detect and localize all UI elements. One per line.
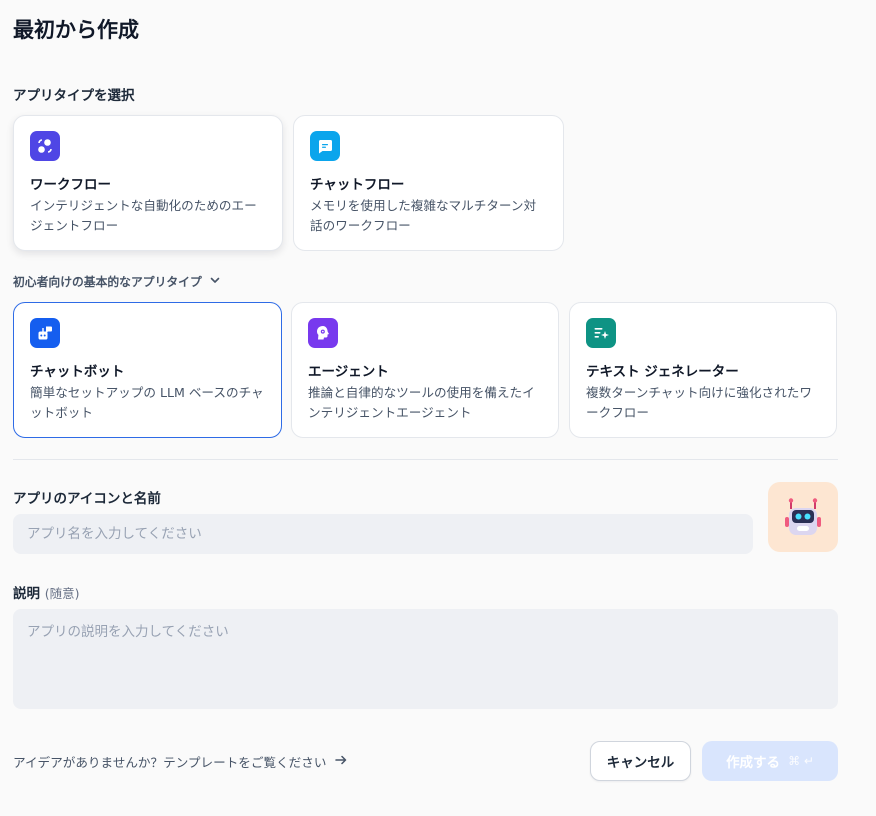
create-app-page: 最初から作成 アプリタイプを選択 ワークフロー インテリジェントな自動化のための… [0,0,876,816]
template-link[interactable]: アイデアがありませんか？テンプレートをご覧ください [13,752,348,771]
app-type-card-chatflow[interactable]: チャットフロー メモリを使用した複雑なマルチターン対話のワークフロー [293,115,564,251]
card-description: 推論と自律的なツールの使用を備えたインテリジェントエージェント [308,385,535,420]
agent-icon [308,318,338,348]
create-button-label: 作成する [726,755,781,771]
card-title: エージェント [308,364,389,380]
optional-label: (随意) [44,586,80,601]
card-description: 複数ターンチャット向けに強化されたワークフロー [586,385,812,420]
create-button[interactable]: 作成する ⌘ ↵ [702,741,838,781]
beginner-app-types-toggle[interactable]: 初心者向けの基本的なアプリタイプ [13,273,222,290]
arrow-right-icon [334,753,348,770]
app-name-label: アプリのアイコンと名前 [13,491,161,507]
card-title: チャットフロー [310,177,405,193]
card-description: メモリを使用した複雑なマルチターン対話のワークフロー [310,198,537,233]
chatflow-icon [310,131,340,161]
card-title: テキスト ジェネレーター [586,364,739,380]
page-title: 最初から作成 [13,18,139,42]
app-type-card-workflow[interactable]: ワークフロー インテリジェントな自動化のためのエージェントフロー [13,115,283,251]
workflow-icon [30,131,60,161]
app-icon-picker[interactable] [768,482,838,552]
card-title: チャットボット [30,364,125,380]
card-description: 簡単なセットアップの LLM ベースのチャットボット [30,385,264,420]
beginner-toggle-label: 初心者向けの基本的なアプリタイプ [13,275,202,289]
card-description: インテリジェントな自動化のためのエージェントフロー [30,198,257,233]
app-description-input[interactable] [13,609,838,709]
chatbot-icon [30,318,60,348]
keyboard-shortcut-icon: ⌘ ↵ [788,754,814,768]
app-type-card-text-generator[interactable]: テキスト ジェネレーター 複数ターンチャット向けに強化されたワークフロー [569,302,837,438]
app-type-label: アプリタイプを選択 [13,88,135,104]
cancel-button[interactable]: キャンセル [590,741,691,781]
chevron-down-icon [208,273,222,290]
text-generator-icon [586,318,616,348]
description-label: 説明 (随意) [13,582,79,602]
card-title: ワークフロー [30,177,111,193]
app-name-input[interactable] [13,514,753,554]
app-type-card-chatbot[interactable]: チャットボット 簡単なセットアップの LLM ベースのチャットボット [13,302,282,438]
app-type-card-agent[interactable]: エージェント 推論と自律的なツールの使用を備えたインテリジェントエージェント [291,302,559,438]
description-label-text: 説明 [13,586,40,602]
robot-emoji-icon [785,498,821,535]
template-link-text: アイデアがありませんか？テンプレートをご覧ください [13,755,327,770]
section-divider [13,459,838,460]
